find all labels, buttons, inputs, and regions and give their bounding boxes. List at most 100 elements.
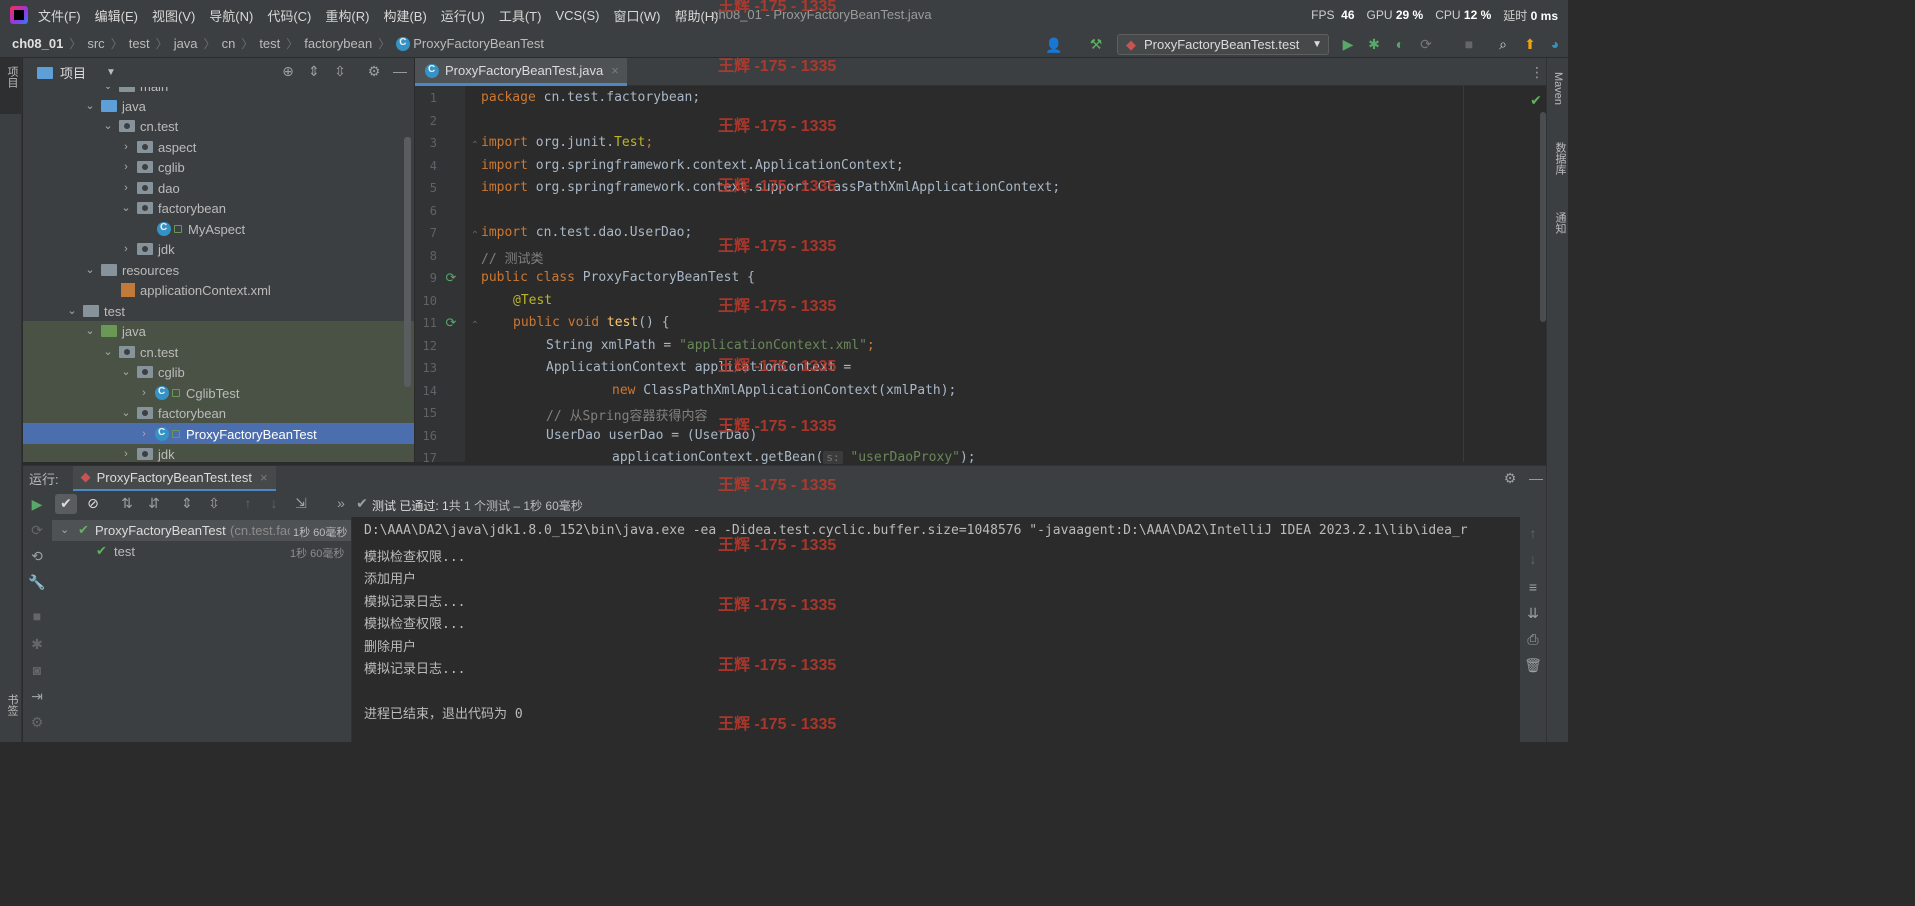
rerun-icon[interactable]: ▶ [28, 496, 46, 514]
profile-icon[interactable]: ⟳ [1417, 36, 1435, 54]
import-tests-icon[interactable]: ⇲ [292, 495, 310, 513]
menu-edit[interactable]: 编辑(E) [95, 6, 138, 25]
chevron-down-icon[interactable]: ▼ [106, 67, 116, 78]
close-icon[interactable]: × [611, 63, 619, 78]
close-icon[interactable]: × [260, 470, 268, 485]
breadcrumb-src[interactable]: src [87, 36, 104, 51]
stop-icon[interactable]: ■ [1460, 36, 1478, 54]
wrench-icon[interactable]: 🔧 [28, 574, 46, 592]
sort-alphabetically-icon[interactable]: ⇅ [118, 495, 136, 513]
more-options-icon[interactable]: ⋮ [1528, 64, 1546, 82]
menu-code[interactable]: 代码(C) [267, 6, 311, 25]
chevron-down-icon[interactable]: ⌄ [60, 523, 69, 536]
collapse-all-icon[interactable]: ⇳ [205, 495, 223, 513]
jetbrains-toolbox-icon[interactable]: ◕ [1546, 36, 1564, 54]
run-test-gutter-icon[interactable]: ⟳ [442, 270, 460, 288]
database-tool-label[interactable]: 数据库 [1552, 142, 1568, 175]
collapse-all-icon[interactable]: ⇳ [331, 63, 349, 81]
settings-search-icon[interactable]: ⚙ [28, 714, 46, 732]
menu-file[interactable]: 文件(F) [38, 6, 81, 25]
menu-run[interactable]: 运行(U) [441, 6, 485, 25]
sort-by-duration-icon[interactable]: ⇵ [145, 495, 163, 513]
fold-icon[interactable]: ⌃ [466, 318, 484, 336]
print-icon[interactable]: ⎙ [1524, 631, 1542, 649]
gear-icon[interactable]: ⚙ [1501, 470, 1519, 488]
tree-node-dao[interactable]: › dao [121, 178, 180, 198]
search-icon[interactable]: ⌕ [1494, 36, 1512, 54]
console-output[interactable] [353, 517, 1520, 742]
exit-icon[interactable]: ⇥ [28, 688, 46, 706]
tree-node-cn-test[interactable]: ⌄ cn.test [103, 116, 178, 136]
tree-node-main[interactable]: ⌄ main [103, 87, 168, 96]
update-icon[interactable]: ⬆ [1521, 36, 1539, 54]
debug-icon[interactable]: ✱ [1365, 36, 1383, 54]
trash-icon[interactable]: 🗑 [1524, 657, 1542, 675]
stop-icon[interactable]: ■ [28, 608, 46, 626]
show-ignored-icon[interactable]: ⊘ [84, 495, 102, 513]
next-failed-icon[interactable]: ↓ [265, 495, 283, 513]
tree-node-proxyfactorybeantest[interactable]: › ProxyFactoryBeanTest [139, 424, 317, 444]
tree-node-myaspect[interactable]: MyAspect [157, 219, 245, 239]
breadcrumb-project[interactable]: ch08_01 [12, 36, 63, 51]
menu-vcs[interactable]: VCS(S) [555, 8, 599, 23]
tree-node-test-cglib[interactable]: ⌄ cglib [121, 362, 184, 382]
editor-tab-active[interactable]: ProxyFactoryBeanTest.java × [415, 58, 627, 86]
project-panel-title[interactable]: 项目 [60, 63, 86, 82]
tree-node-aspect[interactable]: › aspect [121, 137, 196, 157]
project-scrollbar[interactable] [404, 137, 411, 387]
menu-navigate[interactable]: 导航(N) [209, 6, 253, 25]
maven-tool-label[interactable]: Maven [1552, 72, 1564, 105]
expand-all-icon[interactable]: ⇕ [178, 495, 196, 513]
toggle-auto-test-icon[interactable]: ⟲ [28, 548, 46, 566]
menu-refactor[interactable]: 重构(R) [325, 6, 369, 25]
run-tab[interactable]: ◆ ProxyFactoryBeanTest.test × [72, 465, 276, 492]
menu-window[interactable]: 窗口(W) [614, 6, 661, 25]
soft-wrap-icon[interactable]: ≡ [1524, 579, 1542, 597]
debug-icon[interactable]: ✱ [28, 636, 46, 654]
project-tool-button[interactable]: 项目 [0, 58, 21, 114]
tree-node-applicationcontext-xml[interactable]: applicationContext.xml [121, 280, 271, 300]
tree-node-factorybean[interactable]: ⌄ factorybean [121, 198, 226, 218]
down-arrow-icon[interactable]: ↓ [1524, 551, 1542, 569]
tree-node-cglibtest[interactable]: › CglibTest [139, 383, 239, 403]
breadcrumb-test[interactable]: test [129, 36, 150, 51]
menu-view[interactable]: 视图(V) [152, 6, 195, 25]
tree-node-test-cn-test[interactable]: ⌄ cn.test [103, 342, 178, 362]
tree-node-test-jdk[interactable]: › jdk [121, 444, 174, 462]
more-chevron-icon[interactable]: » [332, 495, 350, 513]
run-icon[interactable]: ▶ [1339, 36, 1357, 54]
minimize-icon[interactable]: — [1527, 470, 1545, 488]
user-icon[interactable]: 👤 [1045, 37, 1063, 55]
tree-node-test[interactable]: ⌄ test [67, 301, 125, 321]
breadcrumb-cn[interactable]: cn [222, 36, 236, 51]
notifications-tool-label[interactable]: 通知 [1552, 212, 1568, 234]
breadcrumb-factorybean[interactable]: factorybean [304, 36, 372, 51]
no-problems-check-icon[interactable]: ✔ [1527, 92, 1545, 110]
rerun-failed-icon[interactable]: ⟳ [28, 522, 46, 540]
breadcrumb-test-pkg[interactable]: test [259, 36, 280, 51]
expand-all-icon[interactable]: ⇕ [305, 63, 323, 81]
tree-node-java[interactable]: ⌄ java [85, 96, 145, 116]
minimize-icon[interactable]: — [391, 63, 409, 81]
editor-scrollbar[interactable] [1540, 112, 1546, 322]
previous-failed-icon[interactable]: ↑ [239, 495, 257, 513]
tree-node-jdk[interactable]: › jdk [121, 239, 174, 259]
tree-node-cglib[interactable]: › cglib [121, 157, 185, 177]
scroll-to-end-icon[interactable]: ⇊ [1524, 605, 1542, 623]
tree-node-test-java[interactable]: ⌄ java [85, 321, 145, 341]
gear-icon[interactable]: ⚙ [365, 63, 383, 81]
camera-icon[interactable]: ◙ [28, 662, 46, 680]
coverage-icon[interactable]: ◐ [1391, 36, 1409, 54]
bookmarks-tool-label[interactable]: 书签 [4, 694, 20, 716]
menu-tools[interactable]: 工具(T) [499, 6, 542, 25]
test-child-name[interactable]: test [114, 544, 135, 559]
locate-icon[interactable]: ⊕ [279, 63, 297, 81]
breadcrumb-class[interactable]: ProxyFactoryBeanTest [413, 36, 544, 51]
up-arrow-icon[interactable]: ↑ [1524, 525, 1542, 543]
tree-node-resources[interactable]: ⌄ resources [85, 260, 179, 280]
run-test-gutter-icon[interactable]: ⟳ [442, 315, 460, 333]
breadcrumb-java[interactable]: java [174, 36, 198, 51]
build-hammer-icon[interactable]: ⚒ [1087, 36, 1105, 54]
run-configuration-select[interactable]: ◆ ProxyFactoryBeanTest.test ▼ [1117, 34, 1329, 55]
menu-build[interactable]: 构建(B) [383, 6, 426, 25]
